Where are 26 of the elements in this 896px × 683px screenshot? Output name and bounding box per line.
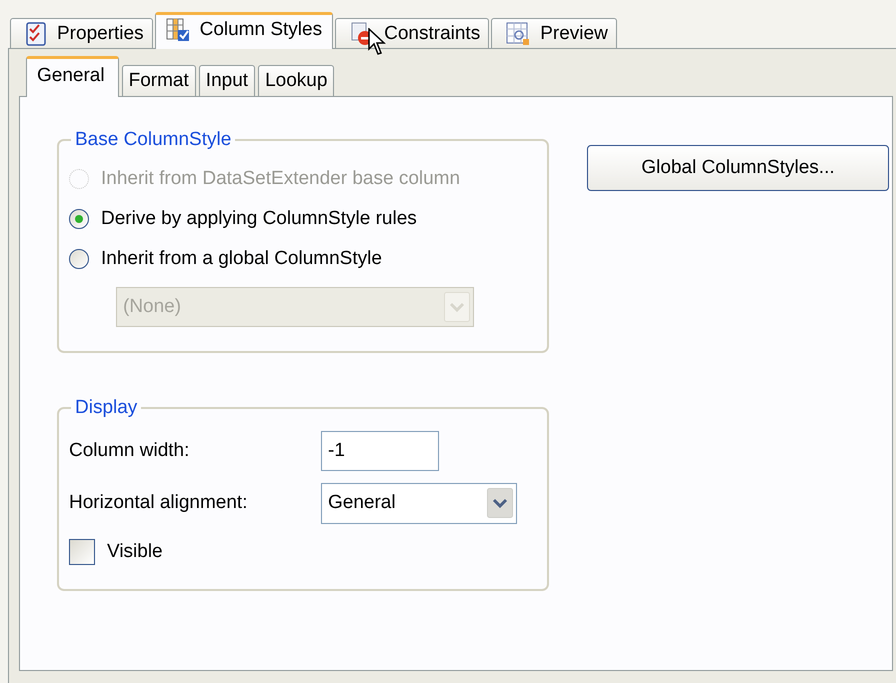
field-label: Horizontal alignment: xyxy=(69,492,248,514)
group-title: Display xyxy=(74,397,138,419)
tab[interactable]: General xyxy=(26,56,119,97)
cursor-icon xyxy=(368,28,386,56)
column-width-field[interactable]: -1 xyxy=(321,431,439,471)
alignment-dropdown[interactable]: General xyxy=(321,482,517,524)
tab[interactable]: Lookup xyxy=(258,65,334,96)
checkbox-label: Visible xyxy=(107,541,163,563)
tab[interactable]: Column Styles xyxy=(154,12,334,49)
tab[interactable]: Constraints xyxy=(335,18,490,48)
field-label: Column width: xyxy=(69,440,190,462)
tab[interactable]: Input xyxy=(198,65,256,96)
radio-button[interactable] xyxy=(69,209,89,229)
tab[interactable]: Format xyxy=(122,65,196,96)
preview-icon xyxy=(506,22,530,46)
radio-button[interactable] xyxy=(69,249,89,269)
visible-checkbox[interactable] xyxy=(69,539,95,565)
radio-label: Inherit from DataSetExtender base column xyxy=(101,168,460,190)
global-columnstyles-button[interactable]: Global ColumnStyles... xyxy=(587,145,889,191)
radio-label: Inherit from a global ColumnStyle xyxy=(101,248,382,270)
tab[interactable]: Properties xyxy=(10,18,153,48)
tab[interactable]: Preview xyxy=(491,18,617,48)
group-title: Base ColumnStyle xyxy=(74,129,232,151)
checklist-icon xyxy=(25,22,47,46)
grid-check-icon xyxy=(166,18,190,42)
radio-label: Derive by applying ColumnStyle rules xyxy=(101,208,417,230)
